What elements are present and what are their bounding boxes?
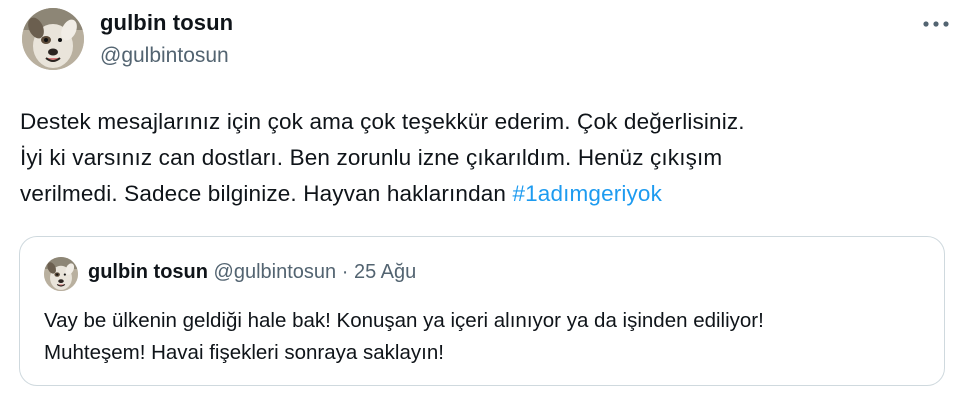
separator-dot: · [341,261,349,283]
more-options-icon[interactable] [918,12,954,36]
quoted-date: 25 Ağu [353,261,417,283]
quoted-text: Vay be ülkenin geldiği hale bak! Konuşan… [44,305,924,369]
quoted-tweet[interactable]: gulbin tosun @gulbintosun · 25 Ağu Vay b… [19,236,945,386]
quoted-handle: @gulbintosun [213,261,337,283]
author-handle[interactable]: @gulbintosun [100,44,229,68]
tweet-text-line: verilmedi. Sadece bilginize. Hayvan hakl… [20,176,950,212]
quoted-author-avatar [44,257,78,291]
dog-avatar-icon [44,257,78,291]
quoted-text-line: Muhteşem! Havai fişekleri sonraya saklay… [44,341,444,364]
tweet-text-line: İyi ki varsınız can dostları. Ben zorunl… [20,145,723,170]
quoted-text-line: Vay be ülkenin geldiği hale bak! Konuşan… [44,309,764,332]
tweet-text: Destek mesajlarınız için çok ama çok teş… [20,104,950,212]
quoted-display-name: gulbin tosun [88,261,208,283]
tweet-text-segment: verilmedi. Sadece bilginize. Hayvan hakl… [20,181,513,206]
author-avatar[interactable] [22,8,84,70]
quoted-header: gulbin tosun @gulbintosun · 25 Ağu [88,261,416,284]
tweet-text-line: Destek mesajlarınız için çok ama çok teş… [20,109,745,134]
author-display-name[interactable]: gulbin tosun [100,10,233,36]
hashtag-link[interactable]: #1adımgeriyok [512,181,662,206]
dog-avatar-icon [22,8,84,70]
tweet-card: gulbin tosun @gulbintosun Destek mesajla… [0,0,980,406]
